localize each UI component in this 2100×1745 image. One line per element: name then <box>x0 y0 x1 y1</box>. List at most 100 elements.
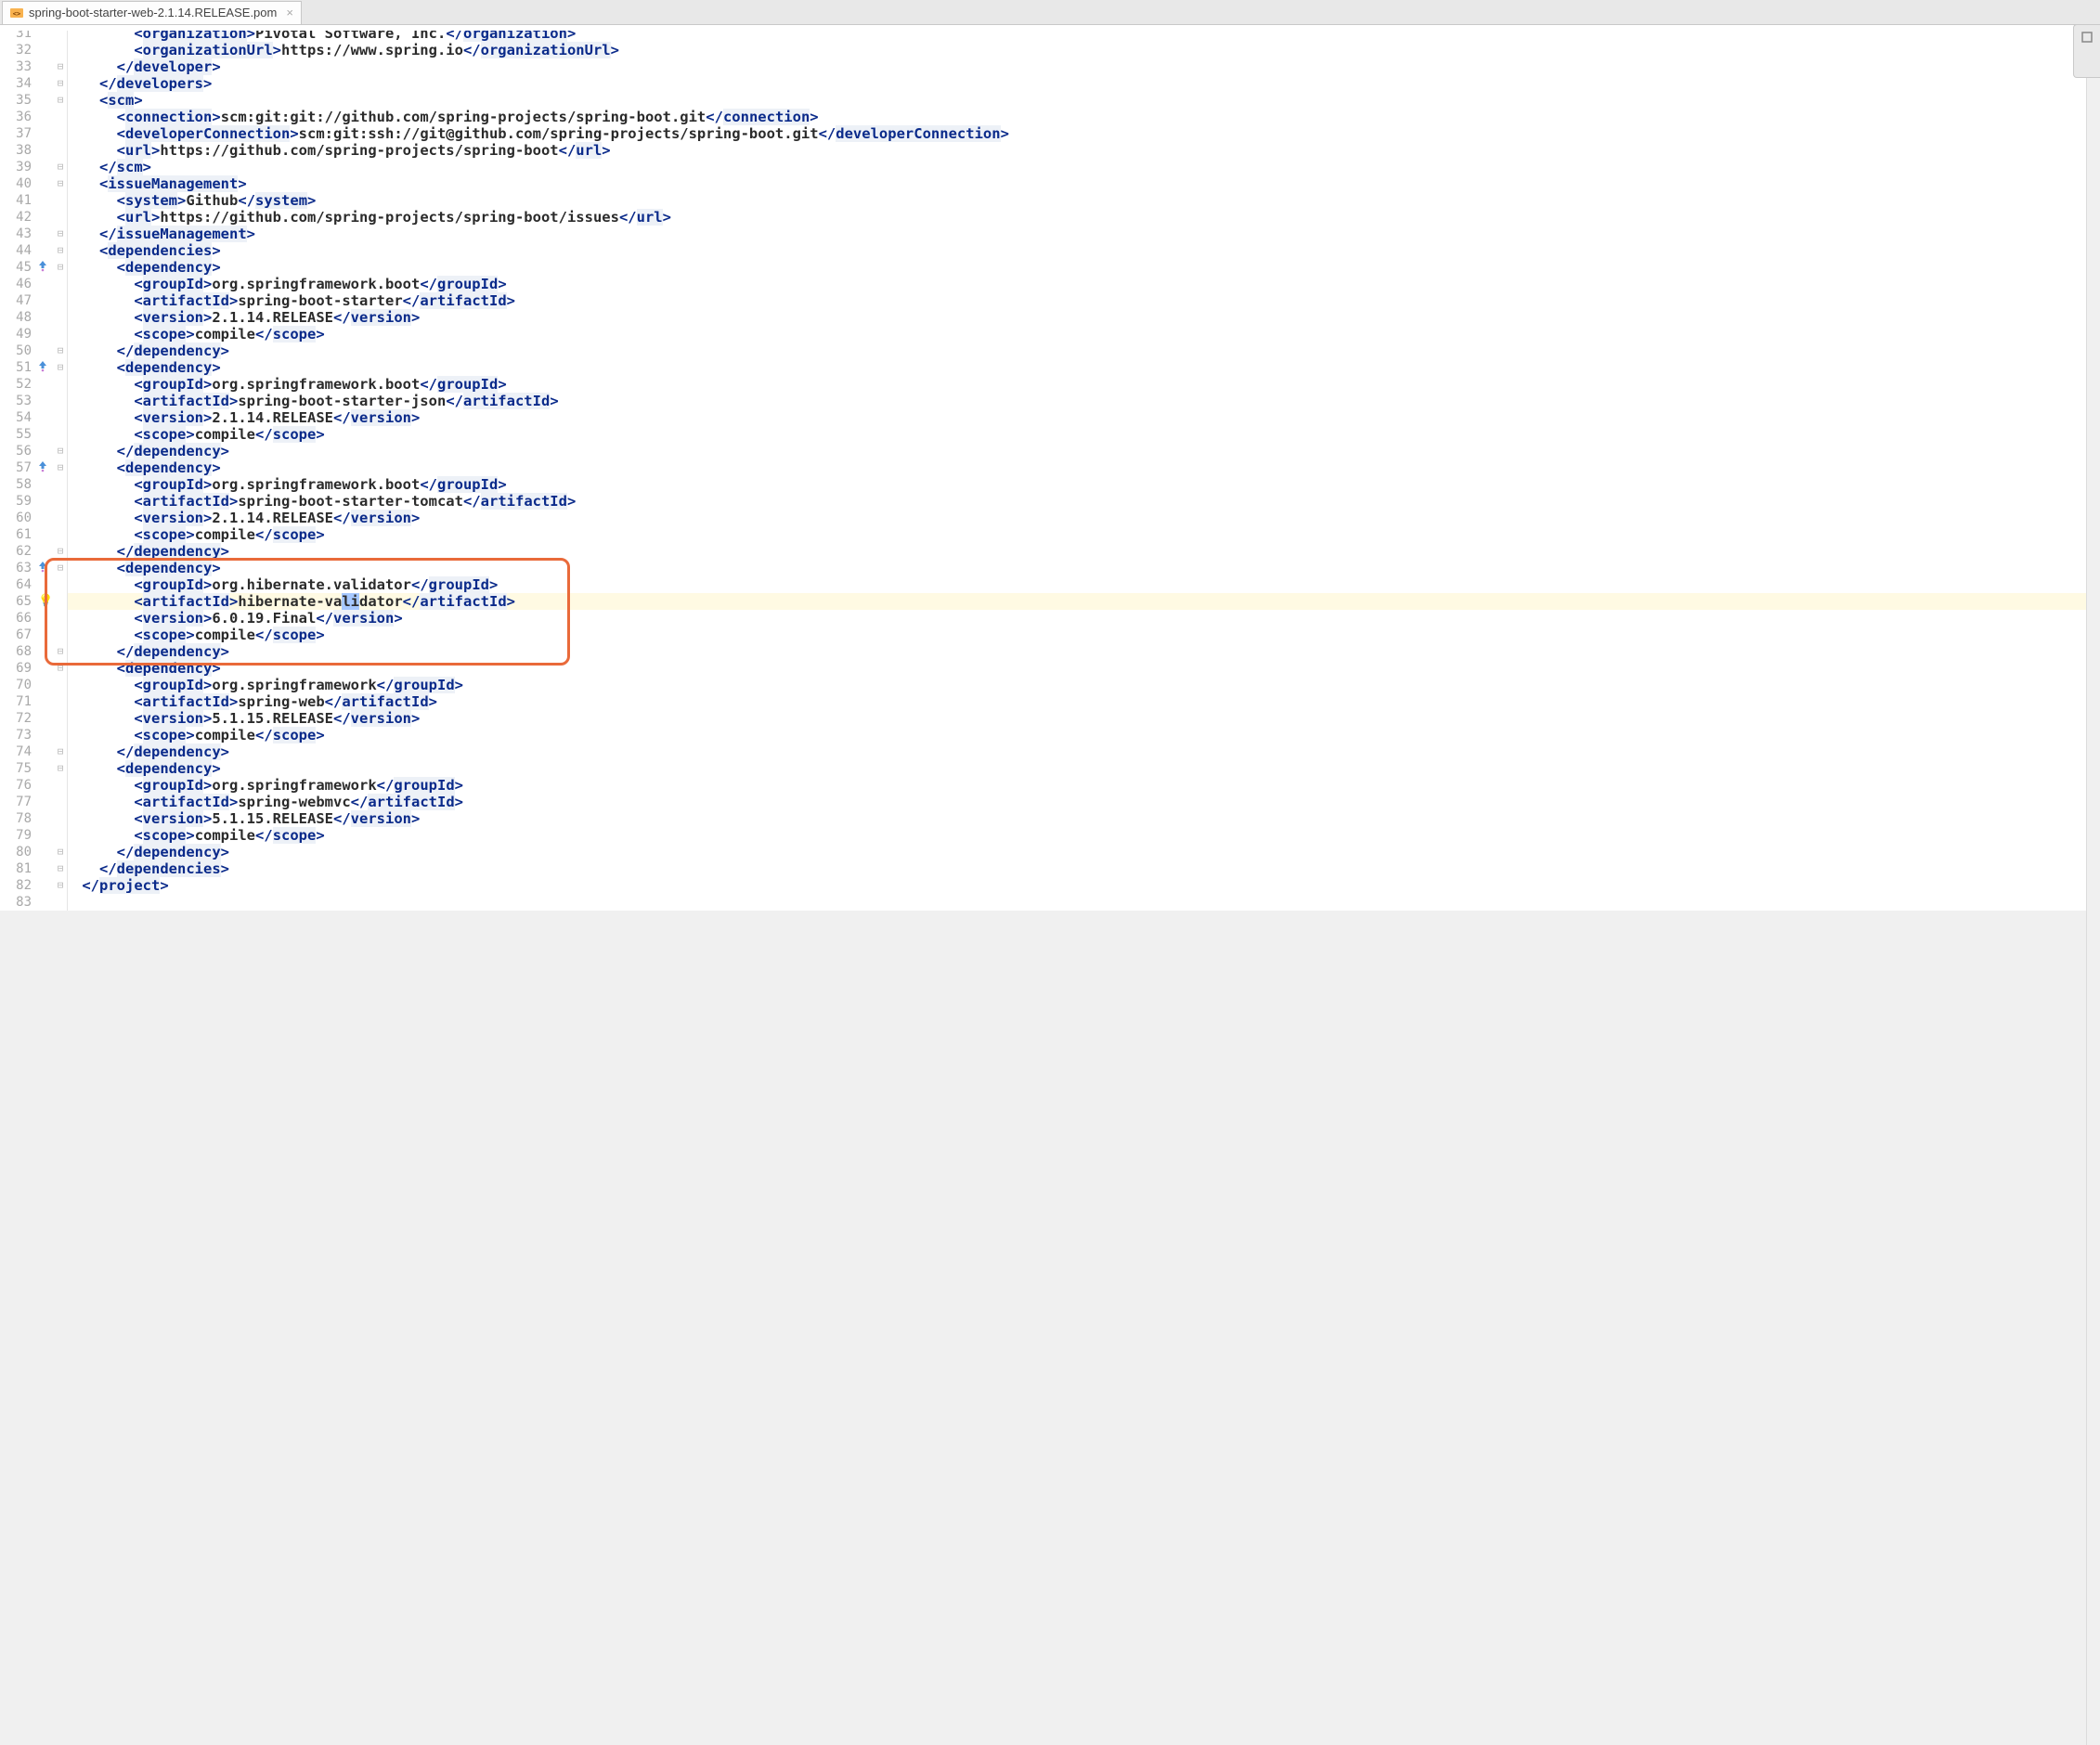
fold-toggle[interactable]: ⊟ <box>54 543 68 560</box>
fold-toggle[interactable]: ⊟ <box>54 58 68 75</box>
code-content[interactable]: <connection>scm:git:git://github.com/spr… <box>73 109 2100 125</box>
code-line[interactable]: 32 <organizationUrl>https://www.spring.i… <box>0 42 2100 58</box>
fold-toggle[interactable]: ⊟ <box>54 75 68 92</box>
code-line[interactable]: 80⊟ </dependency> <box>0 844 2100 860</box>
code-line[interactable]: 36 <connection>scm:git:git://github.com/… <box>0 109 2100 125</box>
code-content[interactable]: </project> <box>73 877 2100 894</box>
code-line[interactable]: 33⊟ </developer> <box>0 58 2100 75</box>
code-content[interactable]: <artifactId>spring-boot-starter-tomcat</… <box>73 493 2100 510</box>
code-line[interactable]: 34⊟ </developers> <box>0 75 2100 92</box>
code-line[interactable]: 50⊟ </dependency> <box>0 343 2100 359</box>
code-line[interactable]: 81⊟ </dependencies> <box>0 860 2100 877</box>
fold-toggle[interactable]: ⊟ <box>54 643 68 660</box>
code-content[interactable]: <organizationUrl>https://www.spring.io</… <box>73 42 2100 58</box>
code-content[interactable]: <dependency> <box>73 660 2100 677</box>
code-content[interactable]: <groupId>org.springframework</groupId> <box>73 677 2100 693</box>
code-line[interactable]: 40⊟ <issueManagement> <box>0 175 2100 192</box>
fold-toggle[interactable]: ⊟ <box>54 743 68 760</box>
code-line[interactable]: 43⊟ </issueManagement> <box>0 226 2100 242</box>
fold-toggle[interactable]: ⊟ <box>54 226 68 242</box>
fold-toggle[interactable]: ⊟ <box>54 860 68 877</box>
go-to-declaration-icon[interactable] <box>37 560 54 573</box>
editor-corner-button[interactable] <box>2073 24 2100 78</box>
code-line[interactable]: 63 ⊟ <dependency> <box>0 560 2100 576</box>
fold-toggle[interactable]: ⊟ <box>54 343 68 359</box>
fold-toggle[interactable]: ⊟ <box>54 844 68 860</box>
code-content[interactable]: <artifactId>spring-boot-starter-json</ar… <box>73 393 2100 409</box>
code-line[interactable]: 41 <system>Github</system> <box>0 192 2100 209</box>
code-line[interactable]: 49 <scope>compile</scope> <box>0 326 2100 343</box>
code-line[interactable]: 68⊟ </dependency> <box>0 643 2100 660</box>
code-content[interactable]: </dependency> <box>73 343 2100 359</box>
code-content[interactable]: </issueManagement> <box>73 226 2100 242</box>
code-content[interactable]: </dependency> <box>73 543 2100 560</box>
code-line[interactable]: 59 <artifactId>spring-boot-starter-tomca… <box>0 493 2100 510</box>
fold-toggle[interactable]: ⊟ <box>54 92 68 109</box>
code-content[interactable]: <scope>compile</scope> <box>73 727 2100 743</box>
fold-toggle[interactable]: ⊟ <box>54 242 68 259</box>
code-content[interactable]: <artifactId>hibernate-validator</artifac… <box>73 593 2100 610</box>
code-content[interactable]: </developers> <box>73 75 2100 92</box>
code-line[interactable]: 39⊟ </scm> <box>0 159 2100 175</box>
code-content[interactable]: <artifactId>spring-boot-starter</artifac… <box>73 292 2100 309</box>
code-content[interactable]: <artifactId>spring-webmvc</artifactId> <box>73 794 2100 810</box>
file-tab[interactable]: <> spring-boot-starter-web-2.1.14.RELEAS… <box>2 1 302 24</box>
code-content[interactable]: </dependency> <box>73 643 2100 660</box>
code-line[interactable]: 51 ⊟ <dependency> <box>0 359 2100 376</box>
code-content[interactable]: <artifactId>spring-web</artifactId> <box>73 693 2100 710</box>
code-content[interactable]: <version>5.1.15.RELEASE</version> <box>73 810 2100 827</box>
code-content[interactable]: <version>2.1.14.RELEASE</version> <box>73 309 2100 326</box>
code-content[interactable]: <version>2.1.14.RELEASE</version> <box>73 510 2100 526</box>
fold-toggle[interactable]: ⊟ <box>54 560 68 576</box>
code-line[interactable]: 53 <artifactId>spring-boot-starter-json<… <box>0 393 2100 409</box>
code-content[interactable]: <dependency> <box>73 760 2100 777</box>
fold-toggle[interactable]: ⊟ <box>54 159 68 175</box>
code-content[interactable]: <scope>compile</scope> <box>73 827 2100 844</box>
code-line[interactable]: 54 <version>2.1.14.RELEASE</version> <box>0 409 2100 426</box>
go-to-declaration-icon[interactable] <box>37 459 54 472</box>
code-content[interactable]: <scope>compile</scope> <box>73 526 2100 543</box>
code-line[interactable]: 46 <groupId>org.springframework.boot</gr… <box>0 276 2100 292</box>
code-line[interactable]: 64 <groupId>org.hibernate.validator</gro… <box>0 576 2100 593</box>
code-content[interactable]: <groupId>org.springframework</groupId> <box>73 777 2100 794</box>
code-content[interactable]: <scope>compile</scope> <box>73 326 2100 343</box>
code-content[interactable]: </dependency> <box>73 844 2100 860</box>
code-content[interactable]: <developerConnection>scm:git:ssh://git@g… <box>73 125 2100 142</box>
code-line[interactable]: 55 <scope>compile</scope> <box>0 426 2100 443</box>
code-line[interactable]: 44⊟ <dependencies> <box>0 242 2100 259</box>
code-content[interactable]: <issueManagement> <box>73 175 2100 192</box>
scrollbar-strip[interactable] <box>2086 24 2100 1745</box>
code-line[interactable]: 62⊟ </dependency> <box>0 543 2100 560</box>
intention-bulb-icon[interactable]: 💡 <box>38 593 53 610</box>
code-content[interactable]: <url>https://github.com/spring-projects/… <box>73 142 2100 159</box>
code-line[interactable]: 72 <version>5.1.15.RELEASE</version> <box>0 710 2100 727</box>
code-line[interactable]: 47 <artifactId>spring-boot-starter</arti… <box>0 292 2100 309</box>
code-line[interactable]: 58 <groupId>org.springframework.boot</gr… <box>0 476 2100 493</box>
code-content[interactable]: <version>2.1.14.RELEASE</version> <box>73 409 2100 426</box>
go-to-declaration-icon[interactable] <box>37 359 54 372</box>
code-content[interactable]: <dependencies> <box>73 242 2100 259</box>
code-line[interactable]: 65💡 <artifactId>hibernate-validator</art… <box>0 593 2100 610</box>
fold-toggle[interactable]: ⊟ <box>54 175 68 192</box>
code-content[interactable]: <version>6.0.19.Final</version> <box>73 610 2100 627</box>
code-line[interactable]: 57 ⊟ <dependency> <box>0 459 2100 476</box>
code-content[interactable]: </dependencies> <box>73 860 2100 877</box>
code-line[interactable]: 67 <scope>compile</scope> <box>0 627 2100 643</box>
code-content[interactable]: <dependency> <box>73 560 2100 576</box>
code-line[interactable]: 74⊟ </dependency> <box>0 743 2100 760</box>
code-content[interactable]: <system>Github</system> <box>73 192 2100 209</box>
code-line[interactable]: 69⊟ <dependency> <box>0 660 2100 677</box>
code-content[interactable]: </dependency> <box>73 743 2100 760</box>
fold-toggle[interactable]: ⊟ <box>54 259 68 276</box>
fold-toggle[interactable]: ⊟ <box>54 877 68 894</box>
code-line[interactable]: 70 <groupId>org.springframework</groupId… <box>0 677 2100 693</box>
fold-toggle[interactable]: ⊟ <box>54 459 68 476</box>
code-line[interactable]: 35⊟ <scm> <box>0 92 2100 109</box>
code-content[interactable]: </dependency> <box>73 443 2100 459</box>
code-line[interactable]: 56⊟ </dependency> <box>0 443 2100 459</box>
code-content[interactable]: <scm> <box>73 92 2100 109</box>
code-line[interactable]: 78 <version>5.1.15.RELEASE</version> <box>0 810 2100 827</box>
code-line[interactable]: 66 <version>6.0.19.Final</version> <box>0 610 2100 627</box>
fold-toggle[interactable]: ⊟ <box>54 359 68 376</box>
code-content[interactable]: <scope>compile</scope> <box>73 627 2100 643</box>
